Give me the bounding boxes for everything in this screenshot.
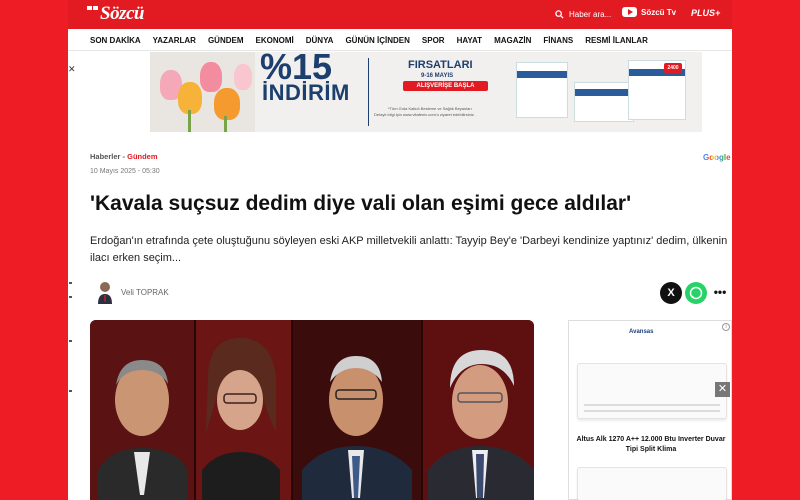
nav-item-resmi-ilanlar[interactable]: RESMİ İLANLAR — [585, 36, 648, 45]
nav-item-gundem[interactable]: GÜNDEM — [208, 36, 244, 45]
close-icon[interactable]: ✕ — [715, 382, 730, 397]
x-icon: X — [667, 287, 675, 299]
left-ad-strip: ✕ — [68, 52, 78, 402]
nav-item-spor[interactable]: SPOR — [422, 36, 445, 45]
breadcrumb-parent[interactable]: Haberler — [90, 152, 120, 161]
share-whatsapp-button[interactable] — [685, 282, 707, 304]
product-box — [516, 62, 568, 118]
strip-mark — [69, 296, 72, 298]
article-headline: 'Kavala suçsuz dedim diye vali olan eşim… — [90, 192, 632, 215]
nav-item-gunun-icinden[interactable]: GÜNÜN İÇİNDEN — [345, 36, 409, 45]
tulip-image — [150, 52, 255, 132]
nav-item-dunya[interactable]: DÜNYA — [306, 36, 334, 45]
product-box: 2400 — [628, 60, 686, 120]
article-date: 10 Mayıs 2025 - 05:30 — [90, 168, 160, 175]
close-icon[interactable]: ✕ — [68, 64, 76, 75]
whatsapp-icon — [689, 286, 703, 300]
ad-headline: FIRSATLARI — [408, 59, 473, 71]
ad-banner[interactable]: %15 İNDİRİM FIRSATLARI 9-16 MAYIS ALIŞVE… — [150, 52, 702, 132]
strip-mark — [69, 282, 72, 284]
google-news-link[interactable]: Google — [703, 153, 731, 162]
ad-fine-print: *Tüm Gıda Katkılı Besleme ve Sağlık Beya… — [388, 106, 472, 111]
sozcu-tv-link[interactable]: Sözcü Tv — [622, 7, 676, 17]
site-logo[interactable]: Sözcü — [87, 3, 144, 25]
article-summary: Erdoğan'ın etrafında çete oluştuğunu söy… — [90, 235, 728, 264]
studio-photo — [90, 320, 534, 500]
main-nav: SON DAKİKA YAZARLAR GÜNDEM EKONOMİ DÜNYA… — [68, 29, 732, 51]
side-ad[interactable]: Avansas i Altus Alk 1270 A++ 12.000 Btu … — [568, 320, 732, 500]
nav-items: SON DAKİKA YAZARLAR GÜNDEM EKONOMİ DÜNYA… — [90, 29, 660, 51]
ac-unit-image — [577, 467, 727, 500]
breadcrumb-current[interactable]: Gündem — [127, 152, 157, 161]
strip-mark — [69, 340, 72, 342]
share-x-button[interactable]: X — [660, 282, 682, 304]
logo-mark-icon — [87, 6, 98, 10]
search-box[interactable]: Haber ara... — [555, 7, 611, 21]
ad-fine-print-2: Detaylı bilgi için www.vitafenix.com'u z… — [374, 112, 475, 117]
side-ad-product: Altus Alk 1270 A++ 12.000 Btu Inverter D… — [576, 436, 726, 453]
share-more-button[interactable]: ••• — [712, 282, 728, 304]
ad-info-icon[interactable]: i — [722, 323, 730, 331]
author-avatar — [98, 282, 112, 304]
tv-label: Sözcü Tv — [641, 7, 677, 17]
nav-item-yazarlar[interactable]: YAZARLAR — [153, 36, 196, 45]
product-badge: 2400 — [667, 65, 679, 71]
ad-discount-label: İNDİRİM — [262, 80, 350, 105]
top-bar: Sözcü Haber ara... Sözcü Tv PLUS+ — [68, 0, 732, 29]
google-tag-label: Google — [703, 153, 731, 162]
article-photo[interactable] — [90, 320, 534, 500]
ad-dates: 9-16 MAYIS — [421, 73, 454, 79]
logo-text: Sözcü — [100, 3, 144, 24]
youtube-icon — [622, 7, 637, 17]
nav-item-hayat[interactable]: HAYAT — [457, 36, 483, 45]
ad-cta-button[interactable]: ALIŞVERİŞE BAŞLA — [403, 81, 488, 91]
breadcrumb: Haberler - Gündem — [90, 152, 158, 161]
side-ad-brand: Avansas — [629, 329, 654, 335]
ad-divider — [368, 58, 369, 126]
nav-item-son-dakika[interactable]: SON DAKİKA — [90, 36, 141, 45]
nav-item-magazin[interactable]: MAGAZİN — [494, 36, 531, 45]
author-name[interactable]: Veli TOPRAK — [121, 288, 169, 297]
page: Sözcü Haber ara... Sözcü Tv PLUS+ SON DA… — [68, 0, 732, 500]
nav-item-finans[interactable]: FİNANS — [543, 36, 573, 45]
product-box — [574, 82, 634, 122]
nav-item-ekonomi[interactable]: EKONOMİ — [256, 36, 294, 45]
search-placeholder: Haber ara... — [569, 9, 612, 19]
strip-mark — [69, 390, 72, 392]
plus-link[interactable]: PLUS+ — [691, 8, 720, 18]
search-icon — [555, 9, 564, 19]
ac-unit-image — [577, 363, 727, 419]
